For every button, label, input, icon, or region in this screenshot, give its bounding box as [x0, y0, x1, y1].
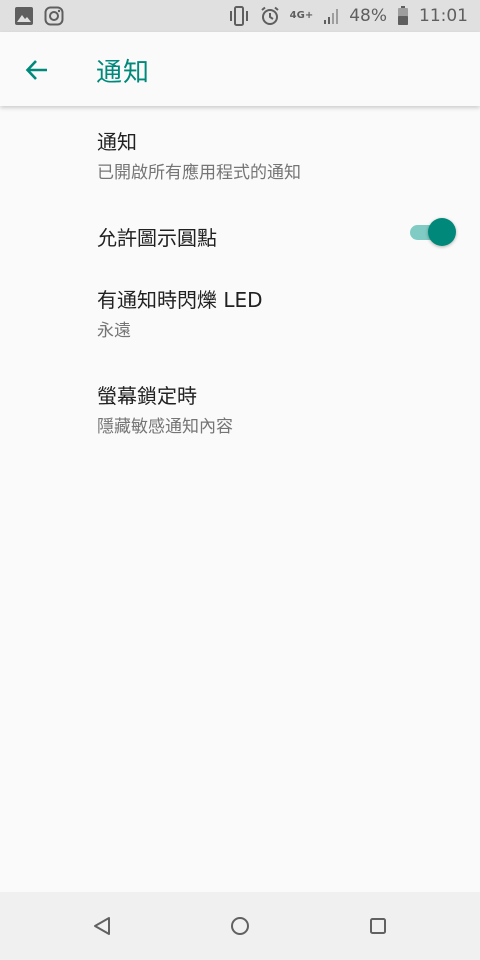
- setting-title: 通知: [97, 130, 137, 154]
- instagram-icon: [44, 6, 64, 26]
- status-bar-left: [14, 6, 64, 26]
- setting-subtitle: 隱藏敏感通知內容: [97, 417, 233, 437]
- clock: 11:01: [419, 6, 468, 26]
- alarm-icon: [260, 6, 280, 26]
- nav-back-button[interactable]: [90, 914, 114, 938]
- setting-blink-led[interactable]: 有通知時閃爍 LED 永遠: [0, 264, 480, 358]
- nav-home-button[interactable]: [228, 914, 252, 938]
- image-icon: [14, 6, 34, 26]
- back-button[interactable]: [22, 55, 52, 85]
- nav-back-icon: [91, 915, 113, 937]
- toggle-thumb: [428, 218, 456, 246]
- status-bar-right: 4G+ 48% 11:01: [228, 6, 468, 26]
- battery-icon: [397, 6, 409, 26]
- notification-dots-toggle[interactable]: [408, 218, 456, 246]
- setting-title: 有通知時閃爍 LED: [97, 288, 263, 312]
- setting-title: 螢幕鎖定時: [97, 384, 197, 408]
- arrow-left-icon: [24, 57, 50, 83]
- nav-home-icon: [229, 915, 251, 937]
- setting-notification-dots[interactable]: 允許圖示圓點: [0, 204, 480, 264]
- status-bar: 4G+ 48% 11:01: [0, 0, 480, 32]
- network-icon: 4G+: [289, 10, 314, 21]
- settings-list: 通知 已開啟所有應用程式的通知 允許圖示圓點 有通知時閃爍 LED 永遠 螢幕鎖…: [0, 106, 480, 458]
- setting-subtitle: 已開啟所有應用程式的通知: [97, 163, 301, 183]
- nav-recents-icon: [367, 915, 389, 937]
- vibrate-icon: [228, 6, 250, 26]
- signal-icon: [323, 7, 339, 25]
- navigation-bar: [0, 892, 480, 960]
- setting-on-lock-screen[interactable]: 螢幕鎖定時 隱藏敏感通知內容: [0, 358, 480, 458]
- page-title: 通知: [96, 58, 151, 88]
- setting-notifications[interactable]: 通知 已開啟所有應用程式的通知: [0, 106, 480, 204]
- app-bar: 通知: [0, 32, 480, 106]
- nav-recents-button[interactable]: [366, 914, 390, 938]
- setting-subtitle: 永遠: [97, 321, 131, 341]
- battery-percent: 48%: [349, 6, 387, 26]
- setting-title: 允許圖示圓點: [97, 226, 217, 250]
